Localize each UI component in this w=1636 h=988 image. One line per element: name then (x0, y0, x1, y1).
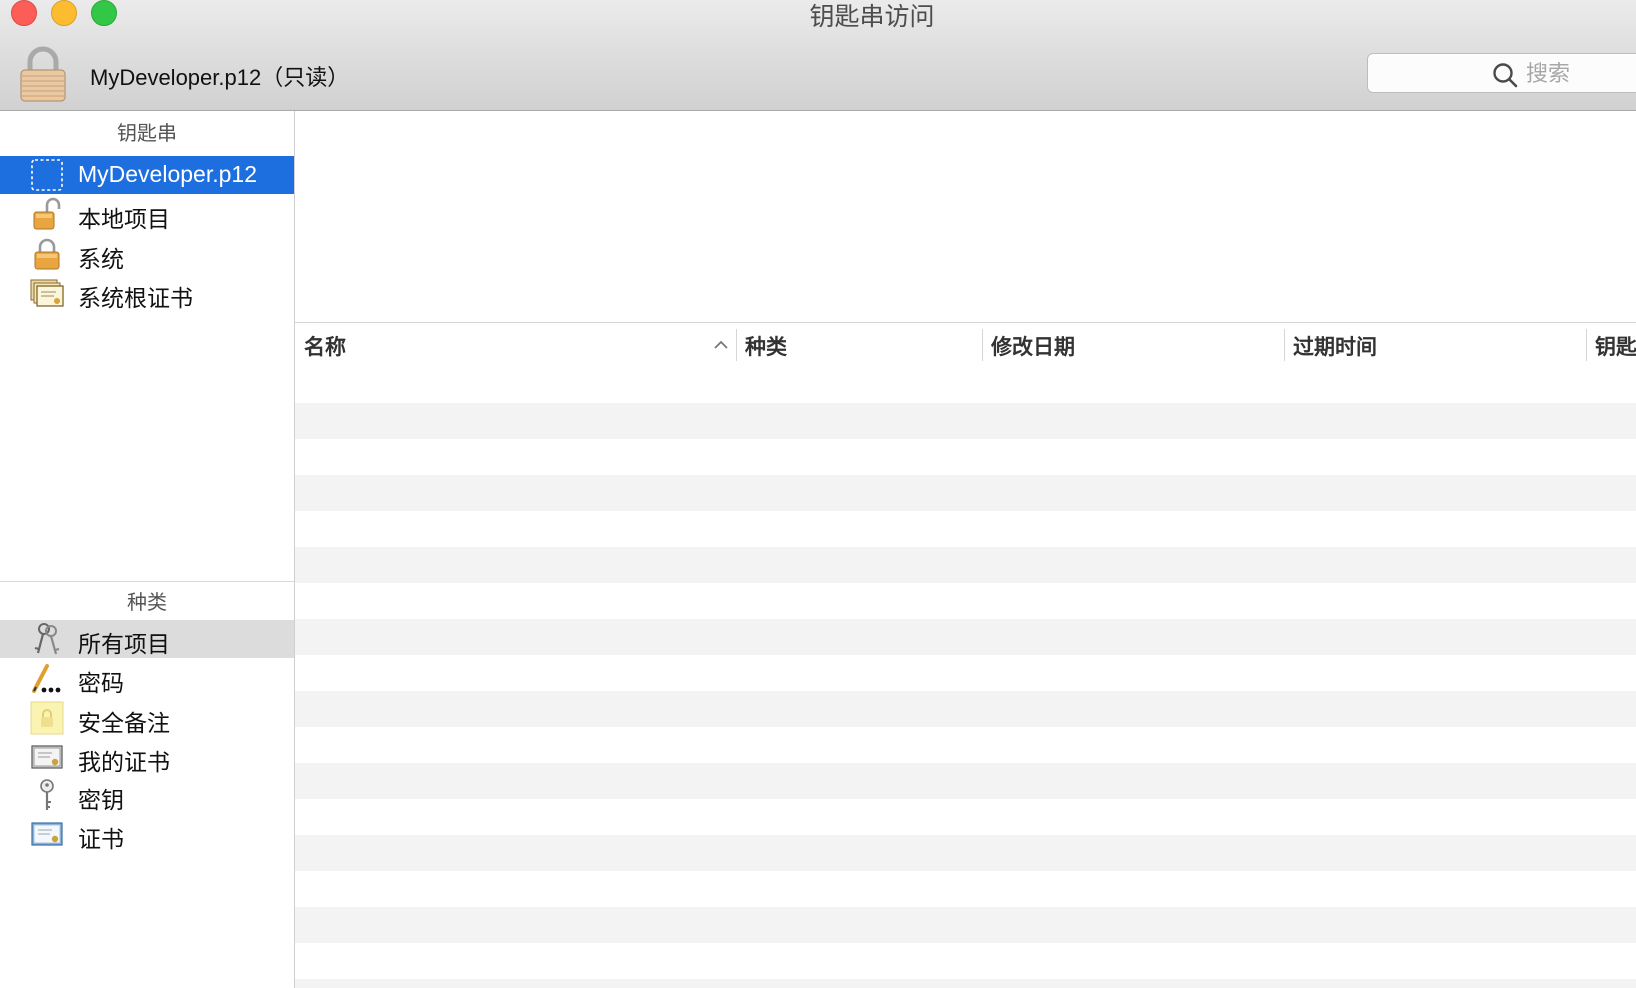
sidebar-item-system-roots[interactable]: 系统根证书 (0, 274, 294, 312)
category-header: 种类 (127, 592, 167, 614)
window-title: 钥匙串访问 (809, 3, 935, 31)
search-icon (1493, 63, 1518, 88)
sidebar-item-secure-notes[interactable]: 安全备注 (0, 699, 294, 737)
my-certificate-icon (31, 745, 63, 769)
keys-icon (34, 623, 60, 655)
column-date-modified[interactable]: 修改日期 (982, 323, 1284, 367)
window-toolbar: 钥匙串访问 MyDeveloper.p12（只读） (0, 0, 1636, 111)
sidebar-item-label: 我的证书 (78, 749, 170, 775)
column-expires[interactable]: 过期时间 (1284, 323, 1586, 367)
sort-ascending-icon (714, 340, 728, 349)
sidebar-item-keys[interactable]: 密钥 (0, 776, 294, 814)
items-table-body[interactable] (295, 367, 1636, 988)
sidebar-item-label: MyDeveloper.p12 (78, 161, 257, 187)
sidebar-item-certificates[interactable]: 证书 (0, 815, 294, 853)
search-field[interactable] (1367, 53, 1636, 93)
column-label: 修改日期 (991, 336, 1075, 359)
sidebar-item-label: 密钥 (78, 787, 124, 813)
column-label: 钥匙串 (1595, 336, 1636, 359)
pencil-dots-icon (32, 664, 61, 693)
sidebar-item-label: 系统 (78, 246, 124, 272)
column-label: 种类 (745, 336, 787, 359)
column-name[interactable]: 名称 (295, 323, 735, 367)
unlocked-padlock-icon (33, 197, 61, 230)
keychains-header: 钥匙串 (117, 123, 177, 145)
keychain-title: MyDeveloper.p12（只读） (90, 65, 350, 90)
secure-note-icon (30, 701, 64, 735)
sidebar: 钥匙串 MyDeveloper.p12 本地项目 系统 系统根证书 种类 所有项… (0, 111, 295, 988)
search-input[interactable] (1524, 58, 1636, 90)
column-kind[interactable]: 种类 (736, 323, 982, 367)
sidebar-item-system[interactable]: 系统 (0, 235, 294, 273)
sidebar-item-label: 所有项目 (78, 631, 170, 657)
sidebar-item-all-items[interactable]: 所有项目 (0, 620, 294, 658)
padlock-icon (34, 238, 60, 270)
column-label: 名称 (304, 336, 346, 359)
sidebar-item-my-certificates[interactable]: 我的证书 (0, 738, 294, 776)
column-label: 过期时间 (1293, 336, 1377, 359)
sidebar-item-label: 系统根证书 (78, 285, 193, 311)
sidebar-item-passwords[interactable]: 密码 (0, 659, 294, 697)
sidebar-item-mydeveloper-p12[interactable]: MyDeveloper.p12 (0, 156, 294, 194)
item-detail-pane (295, 111, 1636, 321)
column-keychain[interactable]: 钥匙串 (1586, 323, 1636, 367)
key-icon (40, 779, 54, 810)
sidebar-item-label: 密码 (78, 670, 124, 696)
table-header: 名称 种类 修改日期 过期时间 钥匙串 (295, 322, 1636, 368)
sidebar-item-label: 证书 (78, 826, 124, 852)
sidebar-item-local-items[interactable]: 本地项目 (0, 195, 294, 233)
padlock-icon[interactable] (18, 46, 68, 102)
sidebar-divider (0, 581, 294, 582)
sidebar-item-label: 安全备注 (78, 710, 170, 736)
dashed-keychain-icon (31, 159, 63, 191)
certificate-stack-icon (30, 279, 64, 307)
certificate-icon (31, 822, 63, 846)
sidebar-item-label: 本地项目 (78, 206, 170, 232)
